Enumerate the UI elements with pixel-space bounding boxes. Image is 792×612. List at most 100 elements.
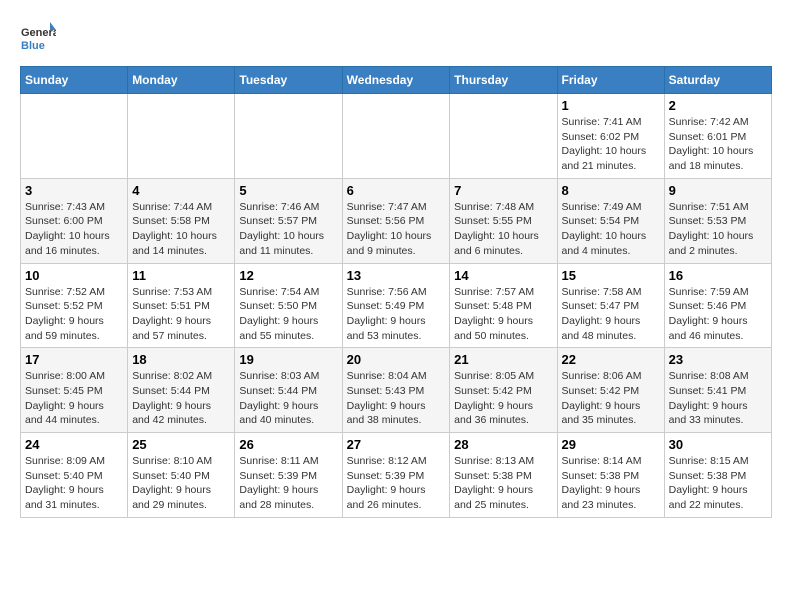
day-info: Sunrise: 8:13 AM Sunset: 5:38 PM Dayligh…: [454, 454, 552, 513]
day-info: Sunrise: 7:56 AM Sunset: 5:49 PM Dayligh…: [347, 285, 446, 344]
calendar-cell: 26Sunrise: 8:11 AM Sunset: 5:39 PM Dayli…: [235, 433, 342, 518]
calendar-cell: 14 Sunrise: 7:57 AM Sunset: 5:48 PM Dayli…: [450, 263, 557, 348]
calendar-cell: 11 Sunrise: 7:53 AM Sunset: 5:51 PM Dayli…: [128, 263, 235, 348]
calendar-cell: 17Sunrise: 8:00 AM Sunset: 5:45 PM Dayli…: [21, 348, 128, 433]
calendar-cell: [128, 94, 235, 179]
day-info: Sunrise: 7:57 AM Sunset: 5:48 PM Dayligh…: [454, 285, 552, 344]
day-number: 3: [25, 183, 123, 198]
weekday-header-sunday: Sunday: [21, 67, 128, 94]
day-info: Sunrise: 7:54 AM Sunset: 5:50 PM Dayligh…: [239, 285, 337, 344]
day-info: Sunrise: 8:14 AM Sunset: 5:38 PM Dayligh…: [562, 454, 660, 513]
logo: General Blue: [20, 20, 56, 56]
calendar-cell: 20 Sunrise: 8:04 AM Sunset: 5:43 PM Dayli…: [342, 348, 450, 433]
weekday-header-monday: Monday: [128, 67, 235, 94]
day-number: 10: [25, 268, 123, 283]
calendar-cell: [21, 94, 128, 179]
calendar-cell: 13 Sunrise: 7:56 AM Sunset: 5:49 PM Dayli…: [342, 263, 450, 348]
calendar-cell: 30 Sunrise: 8:15 AM Sunset: 5:38 PM Dayli…: [664, 433, 771, 518]
calendar-cell: 15 Sunrise: 7:58 AM Sunset: 5:47 PM Dayli…: [557, 263, 664, 348]
day-info: Sunrise: 8:12 AM Sunset: 5:39 PM Dayligh…: [347, 454, 446, 513]
day-info: Sunrise: 7:59 AM Sunset: 5:46 PM Dayligh…: [669, 285, 767, 344]
day-info: Sunrise: 8:06 AM Sunset: 5:42 PM Dayligh…: [562, 369, 660, 428]
day-info: Sunrise: 8:02 AM Sunset: 5:44 PM Dayligh…: [132, 369, 230, 428]
day-info: Sunrise: 7:53 AM Sunset: 5:51 PM Dayligh…: [132, 285, 230, 344]
day-number: 21: [454, 352, 552, 367]
page-header: General Blue: [20, 20, 772, 56]
day-number: 9: [669, 183, 767, 198]
calendar-cell: [450, 94, 557, 179]
day-info: Sunrise: 8:10 AM Sunset: 5:40 PM Dayligh…: [132, 454, 230, 513]
day-info: Sunrise: 8:09 AM Sunset: 5:40 PM Dayligh…: [25, 454, 123, 513]
calendar-cell: 1Sunrise: 7:41 AM Sunset: 6:02 PM Daylig…: [557, 94, 664, 179]
calendar-cell: 16Sunrise: 7:59 AM Sunset: 5:46 PM Dayli…: [664, 263, 771, 348]
day-info: Sunrise: 8:03 AM Sunset: 5:44 PM Dayligh…: [239, 369, 337, 428]
day-number: 5: [239, 183, 337, 198]
day-number: 15: [562, 268, 660, 283]
day-number: 27: [347, 437, 446, 452]
calendar-cell: 3 Sunrise: 7:43 AM Sunset: 6:00 PM Daylig…: [21, 178, 128, 263]
calendar-cell: 8 Sunrise: 7:49 AM Sunset: 5:54 PM Daylig…: [557, 178, 664, 263]
day-number: 24: [25, 437, 123, 452]
day-number: 6: [347, 183, 446, 198]
weekday-header-thursday: Thursday: [450, 67, 557, 94]
day-number: 2: [669, 98, 767, 113]
weekday-header-tuesday: Tuesday: [235, 67, 342, 94]
day-info: Sunrise: 8:15 AM Sunset: 5:38 PM Dayligh…: [669, 454, 767, 513]
day-info: Sunrise: 7:51 AM Sunset: 5:53 PM Dayligh…: [669, 200, 767, 259]
day-number: 30: [669, 437, 767, 452]
day-number: 7: [454, 183, 552, 198]
calendar-cell: 18 Sunrise: 8:02 AM Sunset: 5:44 PM Dayli…: [128, 348, 235, 433]
day-info: Sunrise: 8:05 AM Sunset: 5:42 PM Dayligh…: [454, 369, 552, 428]
day-number: 8: [562, 183, 660, 198]
day-info: Sunrise: 7:58 AM Sunset: 5:47 PM Dayligh…: [562, 285, 660, 344]
calendar-cell: 2 Sunrise: 7:42 AM Sunset: 6:01 PM Daylig…: [664, 94, 771, 179]
day-number: 25: [132, 437, 230, 452]
day-number: 17: [25, 352, 123, 367]
calendar-cell: 9 Sunrise: 7:51 AM Sunset: 5:53 PM Daylig…: [664, 178, 771, 263]
day-number: 11: [132, 268, 230, 283]
calendar-cell: [235, 94, 342, 179]
day-info: Sunrise: 7:42 AM Sunset: 6:01 PM Dayligh…: [669, 115, 767, 174]
day-number: 12: [239, 268, 337, 283]
calendar-week-1: 1Sunrise: 7:41 AM Sunset: 6:02 PM Daylig…: [21, 94, 772, 179]
day-info: Sunrise: 7:43 AM Sunset: 6:00 PM Dayligh…: [25, 200, 123, 259]
day-info: Sunrise: 7:41 AM Sunset: 6:02 PM Dayligh…: [562, 115, 660, 174]
day-info: Sunrise: 7:52 AM Sunset: 5:52 PM Dayligh…: [25, 285, 123, 344]
calendar-week-5: 24 Sunrise: 8:09 AM Sunset: 5:40 PM Dayli…: [21, 433, 772, 518]
day-number: 4: [132, 183, 230, 198]
calendar-cell: 12 Sunrise: 7:54 AM Sunset: 5:50 PM Dayli…: [235, 263, 342, 348]
day-number: 29: [562, 437, 660, 452]
logo-icon: General Blue: [20, 20, 56, 56]
day-number: 19: [239, 352, 337, 367]
calendar-week-2: 3 Sunrise: 7:43 AM Sunset: 6:00 PM Daylig…: [21, 178, 772, 263]
day-info: Sunrise: 8:04 AM Sunset: 5:43 PM Dayligh…: [347, 369, 446, 428]
day-info: Sunrise: 7:48 AM Sunset: 5:55 PM Dayligh…: [454, 200, 552, 259]
calendar-cell: 5 Sunrise: 7:46 AM Sunset: 5:57 PM Daylig…: [235, 178, 342, 263]
day-number: 14: [454, 268, 552, 283]
calendar-cell: 10 Sunrise: 7:52 AM Sunset: 5:52 PM Dayli…: [21, 263, 128, 348]
day-number: 13: [347, 268, 446, 283]
day-number: 20: [347, 352, 446, 367]
weekday-header-friday: Friday: [557, 67, 664, 94]
day-number: 28: [454, 437, 552, 452]
day-info: Sunrise: 8:08 AM Sunset: 5:41 PM Dayligh…: [669, 369, 767, 428]
day-info: Sunrise: 7:44 AM Sunset: 5:58 PM Dayligh…: [132, 200, 230, 259]
day-info: Sunrise: 7:49 AM Sunset: 5:54 PM Dayligh…: [562, 200, 660, 259]
weekday-header-wednesday: Wednesday: [342, 67, 450, 94]
calendar-cell: 19 Sunrise: 8:03 AM Sunset: 5:44 PM Dayli…: [235, 348, 342, 433]
calendar-week-3: 10 Sunrise: 7:52 AM Sunset: 5:52 PM Dayli…: [21, 263, 772, 348]
day-info: Sunrise: 7:46 AM Sunset: 5:57 PM Dayligh…: [239, 200, 337, 259]
calendar-cell: 7 Sunrise: 7:48 AM Sunset: 5:55 PM Daylig…: [450, 178, 557, 263]
day-number: 18: [132, 352, 230, 367]
calendar-cell: 23Sunrise: 8:08 AM Sunset: 5:41 PM Dayli…: [664, 348, 771, 433]
day-info: Sunrise: 8:11 AM Sunset: 5:39 PM Dayligh…: [239, 454, 337, 513]
calendar-cell: 6Sunrise: 7:47 AM Sunset: 5:56 PM Daylig…: [342, 178, 450, 263]
calendar-cell: 27 Sunrise: 8:12 AM Sunset: 5:39 PM Dayli…: [342, 433, 450, 518]
calendar-cell: 28 Sunrise: 8:13 AM Sunset: 5:38 PM Dayli…: [450, 433, 557, 518]
calendar-table: SundayMondayTuesdayWednesdayThursdayFrid…: [20, 66, 772, 518]
calendar-cell: 29 Sunrise: 8:14 AM Sunset: 5:38 PM Dayli…: [557, 433, 664, 518]
calendar-cell: 24 Sunrise: 8:09 AM Sunset: 5:40 PM Dayli…: [21, 433, 128, 518]
calendar-cell: [342, 94, 450, 179]
calendar-cell: 22Sunrise: 8:06 AM Sunset: 5:42 PM Dayli…: [557, 348, 664, 433]
weekday-header-saturday: Saturday: [664, 67, 771, 94]
